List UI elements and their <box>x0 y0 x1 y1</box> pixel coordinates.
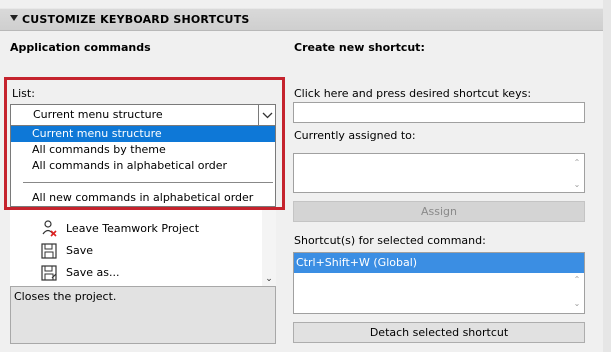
application-commands-heading: Application commands <box>10 41 151 54</box>
currently-assigned-box: ⌃ ⌄ <box>293 153 585 193</box>
chevron-up-icon[interactable]: ⌃ <box>572 158 582 167</box>
command-label: Leave Teamwork Project <box>66 222 200 235</box>
list-select-value: Current menu structure <box>33 108 163 121</box>
floppy-disk-as-icon <box>41 265 57 281</box>
shortcuts-for-command-label: Shortcut(s) for selected command: <box>294 234 486 247</box>
floppy-disk-icon <box>41 243 57 259</box>
dropdown-option-alphabetical[interactable]: All commands in alphabetical order <box>11 158 275 174</box>
teamwork-leave-icon <box>42 220 57 237</box>
chevron-down-icon <box>262 112 273 119</box>
dropdown-option-current-menu[interactable]: Current menu structure <box>11 126 275 142</box>
assign-button[interactable]: Assign <box>293 201 585 222</box>
currently-assigned-label: Currently assigned to: <box>294 129 416 142</box>
dropdown-separator <box>23 182 273 183</box>
chevron-down-icon[interactable]: ⌄ <box>572 180 582 189</box>
shortcut-item[interactable]: Ctrl+Shift+W (Global) <box>294 253 584 273</box>
shortcut-keys-input[interactable] <box>293 102 585 123</box>
description-text: Closes the project. <box>14 290 117 303</box>
list-item[interactable]: Leave Teamwork Project <box>10 218 262 240</box>
list-item[interactable]: Save <box>10 240 262 262</box>
shortcut-list[interactable]: Ctrl+Shift+W (Global) ⌃ ⌄ <box>293 252 585 314</box>
command-list-scrollbar[interactable]: ⌄ <box>262 198 276 286</box>
command-label: Save <box>66 244 94 257</box>
command-label: Save as... <box>66 266 120 279</box>
chevron-up-icon[interactable]: ⌃ <box>572 275 582 284</box>
command-list[interactable]: Leave Teamwork Project Save Save as... <box>10 198 262 286</box>
list-select[interactable]: Current menu structure <box>10 104 276 126</box>
list-item[interactable]: Save as... <box>10 262 262 284</box>
section-header[interactable]: CUSTOMIZE KEYBOARD SHORTCUTS <box>0 8 603 31</box>
list-label: List: <box>12 87 35 100</box>
dropdown-option-by-theme[interactable]: All commands by theme <box>11 142 275 158</box>
dropdown-button[interactable] <box>258 105 275 125</box>
list-dropdown-menu[interactable]: Current menu structure All commands by t… <box>10 125 276 207</box>
press-keys-label: Click here and press desired shortcut ke… <box>294 87 532 100</box>
collapse-triangle-icon[interactable] <box>10 15 18 21</box>
window-scrollbar[interactable] <box>603 0 611 352</box>
section-title: CUSTOMIZE KEYBOARD SHORTCUTS <box>22 13 250 26</box>
command-description: Closes the project. <box>10 286 276 344</box>
create-shortcut-heading: Create new shortcut: <box>294 41 425 54</box>
detach-shortcut-button[interactable]: Detach selected shortcut <box>293 322 585 343</box>
dropdown-option-new-alphabetical[interactable]: All new commands in alphabetical order <box>11 190 275 206</box>
chevron-down-icon[interactable]: ⌄ <box>264 274 274 284</box>
chevron-down-icon[interactable]: ⌄ <box>572 299 582 308</box>
